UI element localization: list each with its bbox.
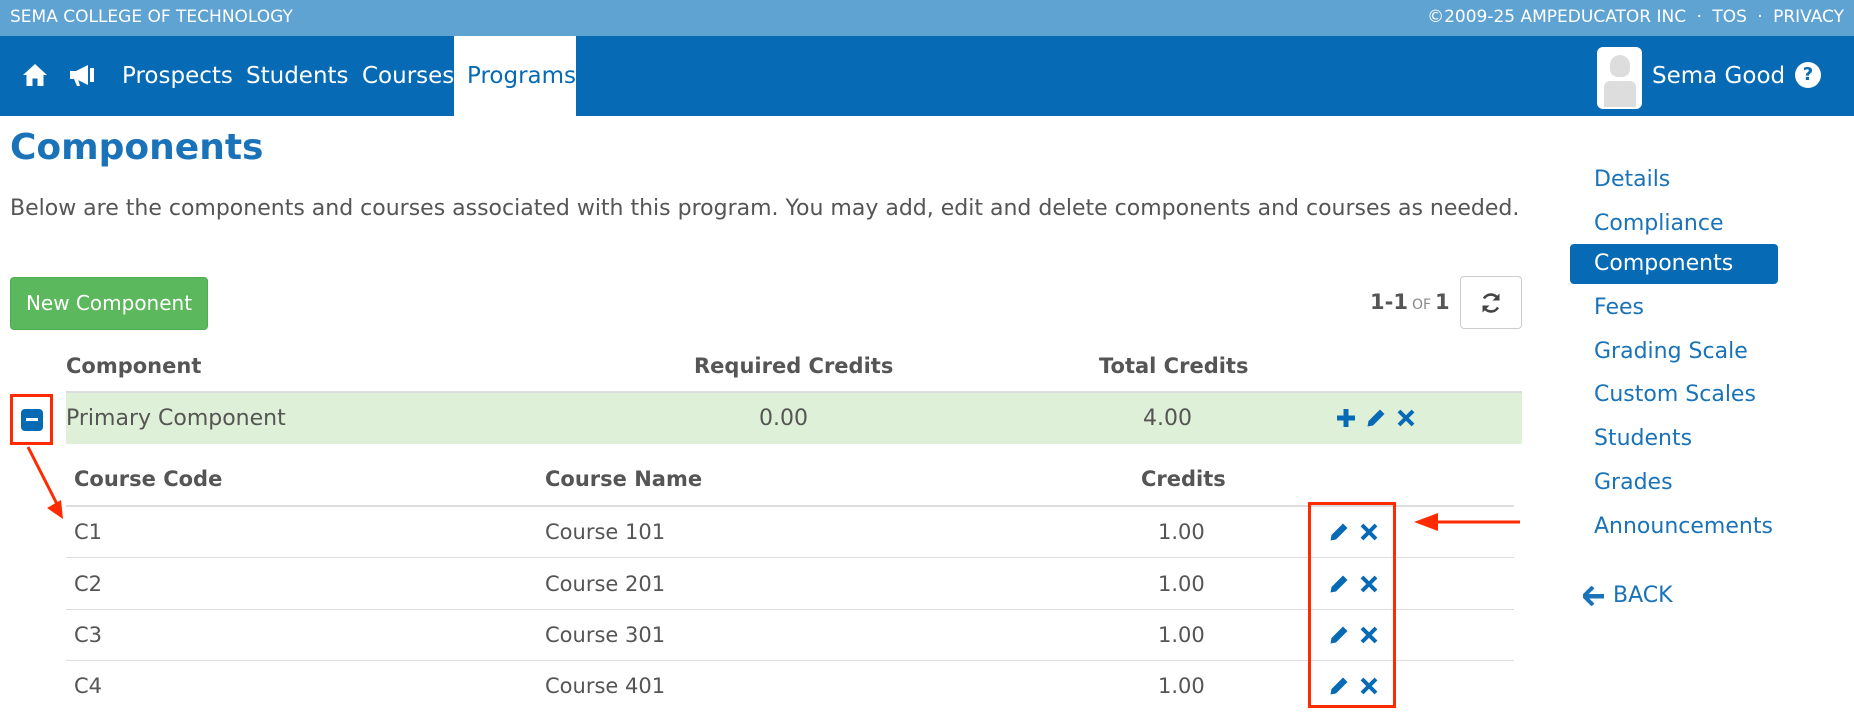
back-label: BACK (1613, 583, 1673, 608)
column-header-course-name[interactable]: Course Name (545, 467, 702, 491)
x-icon[interactable] (1395, 407, 1417, 429)
collapse-toggle[interactable] (10, 394, 53, 445)
course-header-divider (66, 505, 1514, 507)
sidebar-item-details[interactable]: Details (1570, 160, 1778, 200)
course-name: Course 101 (545, 520, 666, 544)
row-divider (66, 557, 1514, 558)
page-title: Components (10, 127, 264, 168)
pagination-info: 1-1 OF 1 (1370, 290, 1450, 314)
new-component-button[interactable]: New Component (10, 277, 208, 330)
course-code: C2 (74, 572, 103, 596)
column-header-required-credits[interactable]: Required Credits (694, 354, 893, 378)
column-header-component[interactable]: Component (66, 354, 201, 378)
course-name: Course 401 (545, 674, 666, 698)
sidebar-item-grades[interactable]: Grades (1570, 463, 1778, 503)
sidebar-item-components[interactable]: Components (1570, 244, 1778, 284)
privacy-link[interactable]: PRIVACY (1773, 7, 1844, 27)
nav-students[interactable]: Students (246, 36, 349, 116)
tos-link[interactable]: TOS (1712, 7, 1747, 27)
annotation-highlight-box (1308, 502, 1396, 708)
avatar-head (1610, 55, 1630, 77)
sidebar-item-compliance[interactable]: Compliance (1570, 204, 1778, 244)
school-name: SEMA COLLEGE OF TECHNOLOGY (10, 7, 293, 27)
column-header-credits[interactable]: Credits (1141, 467, 1226, 491)
pager-range: 1-1 (1370, 290, 1408, 314)
question-icon[interactable]: ? (1795, 62, 1821, 88)
course-name: Course 201 (545, 572, 666, 596)
plus-icon[interactable] (1335, 407, 1357, 429)
avatar[interactable] (1597, 47, 1642, 109)
top-bar: SEMA COLLEGE OF TECHNOLOGY ©2009-25 AMPE… (0, 0, 1854, 36)
course-code: C1 (74, 520, 103, 544)
component-total-credits: 4.00 (1143, 406, 1192, 431)
course-credits: 1.00 (1158, 674, 1205, 698)
course-code: C3 (74, 623, 103, 647)
refresh-button[interactable] (1460, 276, 1522, 329)
pager-of: OF (1411, 297, 1432, 313)
course-name: Course 301 (545, 623, 666, 647)
refresh-icon (1482, 292, 1500, 313)
nav-programs[interactable]: Programs (454, 36, 576, 116)
row-divider (66, 660, 1514, 661)
component-name: Primary Component (66, 406, 286, 431)
sidebar-item-announcements[interactable]: Announcements (1570, 507, 1778, 547)
sidebar-item-custom-scales[interactable]: Custom Scales (1570, 375, 1778, 415)
arrow-left-icon (1583, 585, 1604, 606)
column-header-total-credits[interactable]: Total Credits (1099, 354, 1248, 378)
course-credits: 1.00 (1158, 520, 1205, 544)
course-credits: 1.00 (1158, 623, 1205, 647)
separator: · (1757, 7, 1763, 27)
page-description: Below are the components and courses ass… (10, 196, 1520, 221)
sidebar-item-fees[interactable]: Fees (1570, 288, 1778, 328)
column-header-course-code[interactable]: Course Code (74, 467, 222, 491)
top-bar-links: ©2009-25 AMPEDUCATOR INC · TOS · PRIVACY (1422, 7, 1844, 27)
pencil-icon[interactable] (1365, 407, 1387, 429)
component-required-credits: 0.00 (759, 406, 808, 431)
back-link[interactable]: BACK (1583, 583, 1673, 608)
course-credits: 1.00 (1158, 572, 1205, 596)
course-code: C4 (74, 674, 103, 698)
sidebar-item-grading-scale[interactable]: Grading Scale (1570, 332, 1778, 372)
nav-prospects[interactable]: Prospects (122, 36, 233, 116)
pager-total: 1 (1435, 290, 1450, 314)
avatar-body (1604, 81, 1636, 107)
row-divider (66, 609, 1514, 610)
minus-square-icon (20, 408, 43, 431)
nav-courses[interactable]: Courses (362, 36, 454, 116)
main-navbar: Prospects Students Courses Programs Sema… (0, 36, 1854, 116)
home-icon[interactable] (18, 58, 52, 92)
sidebar-item-students[interactable]: Students (1570, 419, 1778, 459)
user-name[interactable]: Sema Good (1652, 36, 1785, 116)
megaphone-icon[interactable] (66, 58, 100, 92)
copyright-text: ©2009-25 AMPEDUCATOR INC (1427, 7, 1687, 27)
separator: · (1696, 7, 1702, 27)
